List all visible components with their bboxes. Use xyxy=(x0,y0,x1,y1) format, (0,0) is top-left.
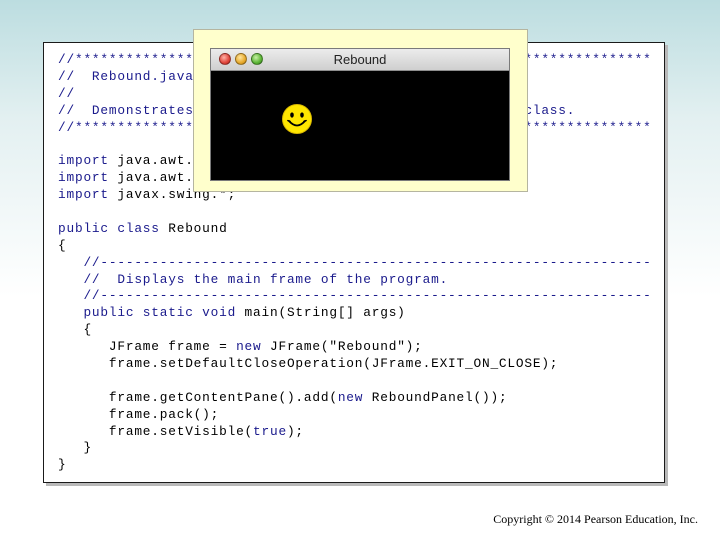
rebound-window[interactable]: Rebound xyxy=(210,48,510,181)
code-line: frame.pack(); xyxy=(58,407,652,424)
code-text: ); xyxy=(286,423,304,439)
code-text: { xyxy=(58,322,92,338)
code-line: } xyxy=(58,440,652,457)
code-line: { xyxy=(58,238,652,255)
code-line: frame.setDefaultCloseOperation(JFrame.EX… xyxy=(58,356,652,373)
code-line: JFrame frame = new JFrame("Rebound"); xyxy=(58,339,652,356)
code-text: { xyxy=(58,237,67,253)
window-title: Rebound xyxy=(333,52,387,67)
smiley-face-icon xyxy=(282,104,312,134)
window-titlebar[interactable]: Rebound xyxy=(211,49,509,71)
code-keyword: new xyxy=(236,339,262,355)
code-line: //--------------------------------------… xyxy=(58,288,652,305)
code-line: // Displays the main frame of the progra… xyxy=(58,272,652,289)
code-text: JFrame("Rebound"); xyxy=(261,339,423,355)
code-text: ReboundPanel()); xyxy=(363,389,508,405)
code-keyword: import xyxy=(58,170,109,186)
code-line: public class Rebound xyxy=(58,221,652,238)
code-text: } xyxy=(58,457,67,473)
code-text: frame.setDefaultCloseOperation(JFrame.EX… xyxy=(58,356,559,372)
code-text: frame.setVisible( xyxy=(58,423,254,439)
code-keyword: new xyxy=(337,389,364,405)
code-line: frame.setVisible(true); xyxy=(58,424,652,441)
code-line: public static void main(String[] args) xyxy=(58,305,652,322)
code-line: //--------------------------------------… xyxy=(58,255,652,272)
code-line: } xyxy=(58,457,652,474)
code-text: JFrame frame = xyxy=(58,339,237,355)
code-line: frame.getContentPane().add(new ReboundPa… xyxy=(58,390,652,407)
copyright-notice: Copyright © 2014 Pearson Education, Inc. xyxy=(493,512,698,526)
code-text: main(String[] args) xyxy=(236,305,406,321)
code-keyword: public static void xyxy=(58,305,237,321)
code-text: frame.getContentPane().add( xyxy=(58,389,338,405)
code-keyword: import xyxy=(58,187,109,203)
code-keyword: public class xyxy=(58,220,160,236)
code-comment: // Displays the main frame of the progra… xyxy=(58,271,449,287)
program-output-overlay: Rebound xyxy=(193,29,528,192)
code-keyword: import xyxy=(58,153,109,169)
code-line: { xyxy=(58,322,652,339)
code-comment: //--------------------------------------… xyxy=(58,288,652,304)
code-comment: //--------------------------------------… xyxy=(58,254,652,270)
code-comment: // xyxy=(58,85,75,101)
code-text: frame.pack(); xyxy=(58,406,220,422)
code-keyword: true xyxy=(253,423,287,439)
code-text: Rebound xyxy=(159,220,228,236)
code-text: } xyxy=(58,440,92,456)
